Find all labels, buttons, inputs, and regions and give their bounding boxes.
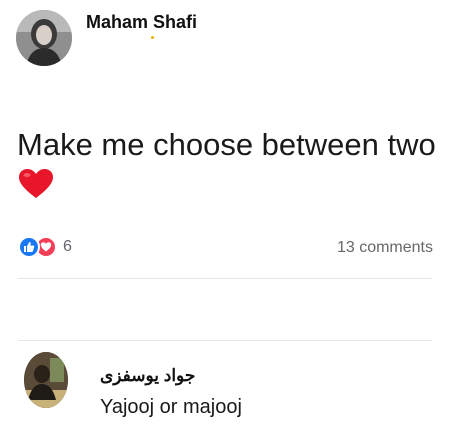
heart-emoji-icon [18,168,54,200]
author-name[interactable]: Maham Shafi [86,12,197,33]
reactions-summary[interactable]: 6 [18,236,72,258]
meta-dot [151,36,154,39]
comments-count-link[interactable]: 13 comments [337,239,433,257]
post-text-content: Make me choose between two [17,127,436,162]
commenter-name[interactable]: جواد یوسفزی [100,366,195,386]
post-view: Maham Shafi Make me choose between two 6… [0,0,450,448]
divider [18,340,432,341]
author-avatar[interactable] [16,10,72,66]
comment-text: Yajooj or majooj [100,396,242,418]
commenter-avatar[interactable] [24,352,68,408]
post-text: Make me choose between two [17,124,437,206]
reaction-count: 6 [63,238,72,255]
divider [18,278,432,279]
like-reaction-icon [18,236,40,258]
